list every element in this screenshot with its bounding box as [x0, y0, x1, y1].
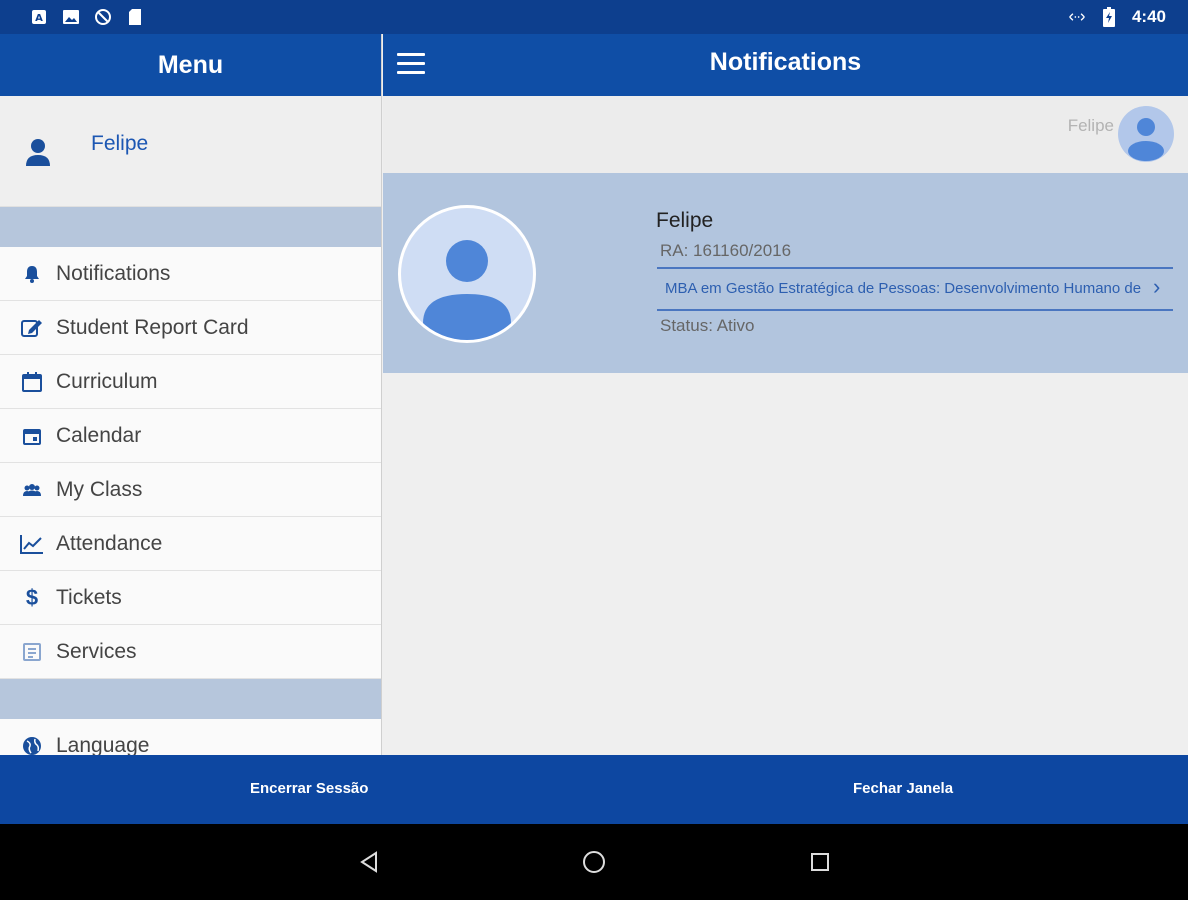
drawer-divider-band — [0, 679, 381, 719]
drawer-menu: Notifications Student Report Card Curric… — [0, 247, 381, 679]
divider — [657, 309, 1173, 311]
menu-item-label: Tickets — [56, 585, 122, 609]
status-right: 4:40 — [1068, 7, 1166, 27]
blocked-icon — [94, 8, 112, 26]
sd-card-icon — [126, 8, 144, 26]
system-navigation-bar — [0, 824, 1188, 900]
calendar-blank-icon — [20, 370, 44, 394]
menu-item-tickets[interactable]: $ Tickets — [0, 571, 381, 625]
calendar-event-icon — [20, 424, 44, 448]
a-box-icon: A — [30, 8, 48, 26]
drawer-profile[interactable]: Felipe — [0, 96, 381, 207]
status-left-icons: A — [30, 8, 144, 26]
menu-item-label: Services — [56, 639, 137, 663]
menu-item-attendance[interactable]: Attendance — [0, 517, 381, 571]
group-icon — [20, 478, 44, 502]
services-icon — [20, 640, 44, 664]
menu-item-label: Language — [56, 734, 150, 755]
image-icon — [62, 8, 80, 26]
chevron-right-icon[interactable]: › — [1153, 276, 1167, 298]
home-icon[interactable] — [576, 844, 612, 880]
student-status: Status: Ativo — [660, 316, 755, 335]
menu-item-my-class[interactable]: My Class — [0, 463, 381, 517]
menu-item-label: Student Report Card — [56, 315, 249, 339]
menu-item-label: Attendance — [56, 531, 163, 555]
recents-icon[interactable] — [802, 844, 838, 880]
line-chart-icon — [20, 532, 44, 556]
avatar[interactable] — [1118, 106, 1174, 162]
menu-item-student-report-card[interactable]: Student Report Card — [0, 301, 381, 355]
data-arrows-icon — [1068, 8, 1086, 26]
person-icon — [22, 136, 54, 168]
drawer-user-name: Felipe — [91, 132, 149, 155]
student-ra: RA: 161160/2016 — [660, 241, 792, 260]
menu-item-curriculum[interactable]: Curriculum — [0, 355, 381, 409]
menu-item-label: Notifications — [56, 261, 171, 285]
drawer-title: Menu — [0, 34, 381, 96]
user-strip: Felipe — [383, 96, 1188, 173]
dollar-icon: $ — [25, 584, 39, 610]
globe-icon — [20, 734, 44, 755]
menu-item-services[interactable]: Services — [0, 625, 381, 679]
course-name[interactable]: MBA em Gestão Estratégica de Pessoas: De… — [665, 280, 1175, 297]
student-avatar — [398, 205, 536, 343]
back-icon[interactable] — [351, 844, 387, 880]
navigation-drawer: Menu Felipe Notifications Student Report… — [0, 34, 382, 755]
student-name: Felipe — [656, 209, 714, 232]
end-session-button[interactable]: Encerrar Sessão — [250, 780, 368, 797]
bell-icon — [20, 262, 44, 286]
menu-item-label: My Class — [56, 477, 143, 501]
divider — [657, 267, 1173, 269]
bottom-action-bar: Encerrar Sessão Fechar Janela — [0, 755, 1188, 824]
main-app-bar: Notifications — [383, 34, 1188, 96]
student-card[interactable]: Felipe RA: 161160/2016 MBA em Gestão Est… — [383, 173, 1188, 373]
content-area — [383, 373, 1188, 755]
battery-charging-icon — [1100, 7, 1118, 27]
menu-item-notifications[interactable]: Notifications — [0, 247, 381, 301]
menu-item-label: Calendar — [56, 423, 142, 447]
close-window-button[interactable]: Fechar Janela — [853, 780, 953, 797]
header-user-name: Felipe — [1067, 116, 1114, 135]
drawer-divider-band — [0, 207, 381, 247]
page-title: Notifications — [709, 48, 862, 76]
menu-item-calendar[interactable]: Calendar — [0, 409, 381, 463]
status-time: 4:40 — [1131, 7, 1166, 26]
menu-item-language[interactable]: Language — [0, 719, 381, 755]
menu-item-label: Curriculum — [56, 369, 158, 393]
svg-text:A: A — [35, 13, 43, 24]
status-bar: A 4:40 — [0, 0, 1188, 34]
edit-icon — [20, 316, 44, 340]
